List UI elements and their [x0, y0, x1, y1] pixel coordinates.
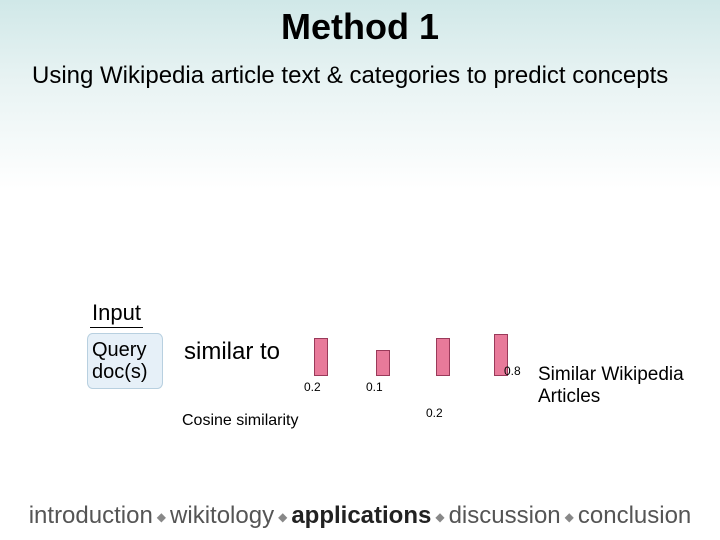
breadcrumb-separator: ◆	[157, 510, 166, 524]
breadcrumb-separator: ◆	[278, 510, 287, 524]
diagram-area: Input Query doc(s) similar to Cosine sim…	[0, 300, 720, 480]
cosine-similarity-label: Cosine similarity	[182, 412, 298, 430]
similar-articles-label: Similar Wikipedia Articles	[538, 364, 720, 408]
bar-value: 0.1	[366, 380, 383, 394]
query-line1: Query	[92, 339, 162, 361]
bar-value: 0.2	[304, 380, 321, 394]
bar	[436, 338, 450, 376]
bar-value: 0.8	[504, 364, 521, 378]
query-doc-box: Query doc(s)	[88, 334, 162, 388]
breadcrumb-separator: ◆	[565, 510, 574, 524]
breadcrumb-separator: ◆	[435, 510, 444, 524]
page-title: Method 1	[0, 0, 720, 48]
similar-to-label: similar to	[184, 338, 280, 366]
query-line2: doc(s)	[92, 361, 162, 383]
bar	[376, 350, 390, 376]
input-label: Input	[90, 300, 143, 328]
breadcrumb-item: applications	[291, 502, 431, 529]
subtitle: Using Wikipedia article text & categorie…	[0, 48, 720, 90]
breadcrumb-item: discussion	[449, 502, 561, 529]
breadcrumb: introduction ◆ wikitology ◆ applications ◆ dis…	[0, 502, 720, 530]
breadcrumb-item: wikitology	[170, 502, 274, 529]
breadcrumb-item: introduction	[29, 502, 153, 529]
bar	[314, 338, 328, 376]
bar-value: 0.2	[426, 406, 443, 420]
breadcrumb-item: conclusion	[578, 502, 691, 529]
